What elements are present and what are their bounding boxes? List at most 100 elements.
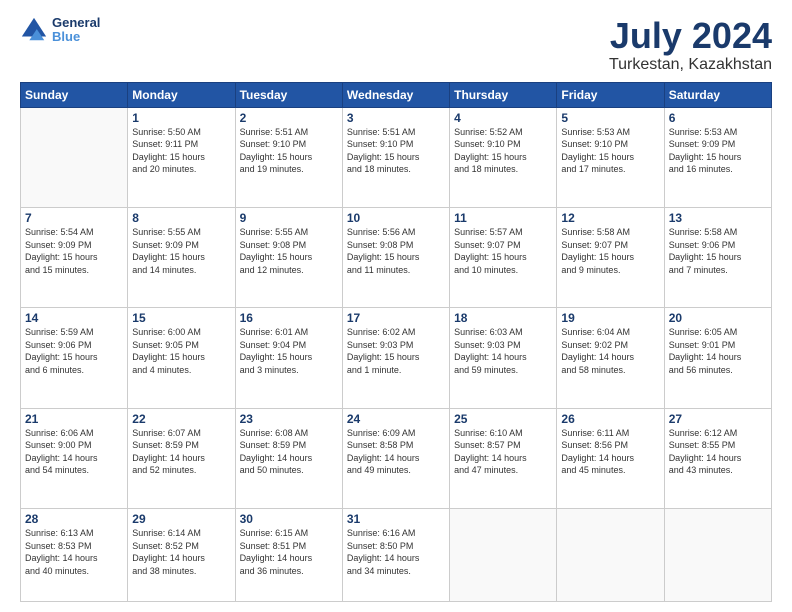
header: General Blue July 2024 Turkestan, Kazakh…	[20, 16, 772, 74]
day-number: 22	[132, 412, 230, 426]
day-number: 14	[25, 311, 123, 325]
day-info: Sunrise: 5:53 AM Sunset: 9:09 PM Dayligh…	[669, 126, 767, 176]
day-info: Sunrise: 5:57 AM Sunset: 9:07 PM Dayligh…	[454, 226, 552, 276]
table-row	[557, 508, 664, 601]
table-row: 21Sunrise: 6:06 AM Sunset: 9:00 PM Dayli…	[21, 408, 128, 508]
calendar-week-row: 21Sunrise: 6:06 AM Sunset: 9:00 PM Dayli…	[21, 408, 772, 508]
day-info: Sunrise: 5:56 AM Sunset: 9:08 PM Dayligh…	[347, 226, 445, 276]
table-row: 30Sunrise: 6:15 AM Sunset: 8:51 PM Dayli…	[235, 508, 342, 601]
day-number: 3	[347, 111, 445, 125]
day-info: Sunrise: 6:16 AM Sunset: 8:50 PM Dayligh…	[347, 527, 445, 577]
day-info: Sunrise: 6:11 AM Sunset: 8:56 PM Dayligh…	[561, 427, 659, 477]
day-info: Sunrise: 6:05 AM Sunset: 9:01 PM Dayligh…	[669, 326, 767, 376]
day-info: Sunrise: 5:59 AM Sunset: 9:06 PM Dayligh…	[25, 326, 123, 376]
day-info: Sunrise: 6:04 AM Sunset: 9:02 PM Dayligh…	[561, 326, 659, 376]
logo-icon	[20, 16, 48, 44]
table-row: 9Sunrise: 5:55 AM Sunset: 9:08 PM Daylig…	[235, 207, 342, 307]
day-info: Sunrise: 6:10 AM Sunset: 8:57 PM Dayligh…	[454, 427, 552, 477]
header-saturday: Saturday	[664, 82, 771, 107]
day-number: 5	[561, 111, 659, 125]
day-info: Sunrise: 5:55 AM Sunset: 9:09 PM Dayligh…	[132, 226, 230, 276]
day-info: Sunrise: 6:12 AM Sunset: 8:55 PM Dayligh…	[669, 427, 767, 477]
day-number: 23	[240, 412, 338, 426]
day-number: 7	[25, 211, 123, 225]
day-number: 29	[132, 512, 230, 526]
calendar-title: July 2024	[609, 16, 772, 56]
table-row: 17Sunrise: 6:02 AM Sunset: 9:03 PM Dayli…	[342, 308, 449, 408]
table-row: 29Sunrise: 6:14 AM Sunset: 8:52 PM Dayli…	[128, 508, 235, 601]
day-number: 24	[347, 412, 445, 426]
calendar-week-row: 7Sunrise: 5:54 AM Sunset: 9:09 PM Daylig…	[21, 207, 772, 307]
day-info: Sunrise: 6:06 AM Sunset: 9:00 PM Dayligh…	[25, 427, 123, 477]
logo-text: General Blue	[52, 16, 100, 45]
day-number: 15	[132, 311, 230, 325]
header-tuesday: Tuesday	[235, 82, 342, 107]
weekday-header-row: Sunday Monday Tuesday Wednesday Thursday…	[21, 82, 772, 107]
day-info: Sunrise: 6:15 AM Sunset: 8:51 PM Dayligh…	[240, 527, 338, 577]
table-row: 15Sunrise: 6:00 AM Sunset: 9:05 PM Dayli…	[128, 308, 235, 408]
calendar-week-row: 14Sunrise: 5:59 AM Sunset: 9:06 PM Dayli…	[21, 308, 772, 408]
table-row: 16Sunrise: 6:01 AM Sunset: 9:04 PM Dayli…	[235, 308, 342, 408]
table-row: 2Sunrise: 5:51 AM Sunset: 9:10 PM Daylig…	[235, 107, 342, 207]
day-info: Sunrise: 6:00 AM Sunset: 9:05 PM Dayligh…	[132, 326, 230, 376]
day-info: Sunrise: 5:52 AM Sunset: 9:10 PM Dayligh…	[454, 126, 552, 176]
table-row: 6Sunrise: 5:53 AM Sunset: 9:09 PM Daylig…	[664, 107, 771, 207]
table-row: 23Sunrise: 6:08 AM Sunset: 8:59 PM Dayli…	[235, 408, 342, 508]
header-thursday: Thursday	[450, 82, 557, 107]
day-number: 11	[454, 211, 552, 225]
day-number: 13	[669, 211, 767, 225]
day-number: 27	[669, 412, 767, 426]
table-row: 25Sunrise: 6:10 AM Sunset: 8:57 PM Dayli…	[450, 408, 557, 508]
table-row: 22Sunrise: 6:07 AM Sunset: 8:59 PM Dayli…	[128, 408, 235, 508]
day-number: 20	[669, 311, 767, 325]
day-info: Sunrise: 5:58 AM Sunset: 9:07 PM Dayligh…	[561, 226, 659, 276]
table-row: 19Sunrise: 6:04 AM Sunset: 9:02 PM Dayli…	[557, 308, 664, 408]
table-row: 14Sunrise: 5:59 AM Sunset: 9:06 PM Dayli…	[21, 308, 128, 408]
day-number: 6	[669, 111, 767, 125]
table-row: 26Sunrise: 6:11 AM Sunset: 8:56 PM Dayli…	[557, 408, 664, 508]
day-number: 2	[240, 111, 338, 125]
table-row: 7Sunrise: 5:54 AM Sunset: 9:09 PM Daylig…	[21, 207, 128, 307]
table-row: 8Sunrise: 5:55 AM Sunset: 9:09 PM Daylig…	[128, 207, 235, 307]
table-row: 12Sunrise: 5:58 AM Sunset: 9:07 PM Dayli…	[557, 207, 664, 307]
calendar-week-row: 28Sunrise: 6:13 AM Sunset: 8:53 PM Dayli…	[21, 508, 772, 601]
table-row: 24Sunrise: 6:09 AM Sunset: 8:58 PM Dayli…	[342, 408, 449, 508]
day-info: Sunrise: 5:51 AM Sunset: 9:10 PM Dayligh…	[240, 126, 338, 176]
table-row: 20Sunrise: 6:05 AM Sunset: 9:01 PM Dayli…	[664, 308, 771, 408]
day-number: 1	[132, 111, 230, 125]
day-info: Sunrise: 5:58 AM Sunset: 9:06 PM Dayligh…	[669, 226, 767, 276]
header-sunday: Sunday	[21, 82, 128, 107]
day-number: 16	[240, 311, 338, 325]
day-info: Sunrise: 6:07 AM Sunset: 8:59 PM Dayligh…	[132, 427, 230, 477]
day-number: 26	[561, 412, 659, 426]
table-row: 18Sunrise: 6:03 AM Sunset: 9:03 PM Dayli…	[450, 308, 557, 408]
table-row: 27Sunrise: 6:12 AM Sunset: 8:55 PM Dayli…	[664, 408, 771, 508]
day-number: 18	[454, 311, 552, 325]
day-info: Sunrise: 5:50 AM Sunset: 9:11 PM Dayligh…	[132, 126, 230, 176]
day-info: Sunrise: 5:53 AM Sunset: 9:10 PM Dayligh…	[561, 126, 659, 176]
table-row	[664, 508, 771, 601]
day-number: 8	[132, 211, 230, 225]
table-row: 3Sunrise: 5:51 AM Sunset: 9:10 PM Daylig…	[342, 107, 449, 207]
table-row: 4Sunrise: 5:52 AM Sunset: 9:10 PM Daylig…	[450, 107, 557, 207]
day-number: 4	[454, 111, 552, 125]
logo: General Blue	[20, 16, 100, 45]
day-info: Sunrise: 6:01 AM Sunset: 9:04 PM Dayligh…	[240, 326, 338, 376]
table-row: 1Sunrise: 5:50 AM Sunset: 9:11 PM Daylig…	[128, 107, 235, 207]
day-number: 19	[561, 311, 659, 325]
day-number: 17	[347, 311, 445, 325]
calendar-subtitle: Turkestan, Kazakhstan	[609, 56, 772, 74]
logo-line1: General	[52, 16, 100, 30]
table-row: 31Sunrise: 6:16 AM Sunset: 8:50 PM Dayli…	[342, 508, 449, 601]
table-row: 28Sunrise: 6:13 AM Sunset: 8:53 PM Dayli…	[21, 508, 128, 601]
title-block: July 2024 Turkestan, Kazakhstan	[609, 16, 772, 74]
day-number: 25	[454, 412, 552, 426]
day-number: 9	[240, 211, 338, 225]
day-info: Sunrise: 6:02 AM Sunset: 9:03 PM Dayligh…	[347, 326, 445, 376]
day-number: 30	[240, 512, 338, 526]
header-wednesday: Wednesday	[342, 82, 449, 107]
day-info: Sunrise: 6:09 AM Sunset: 8:58 PM Dayligh…	[347, 427, 445, 477]
table-row: 11Sunrise: 5:57 AM Sunset: 9:07 PM Dayli…	[450, 207, 557, 307]
calendar-table: Sunday Monday Tuesday Wednesday Thursday…	[20, 82, 772, 602]
table-row: 10Sunrise: 5:56 AM Sunset: 9:08 PM Dayli…	[342, 207, 449, 307]
